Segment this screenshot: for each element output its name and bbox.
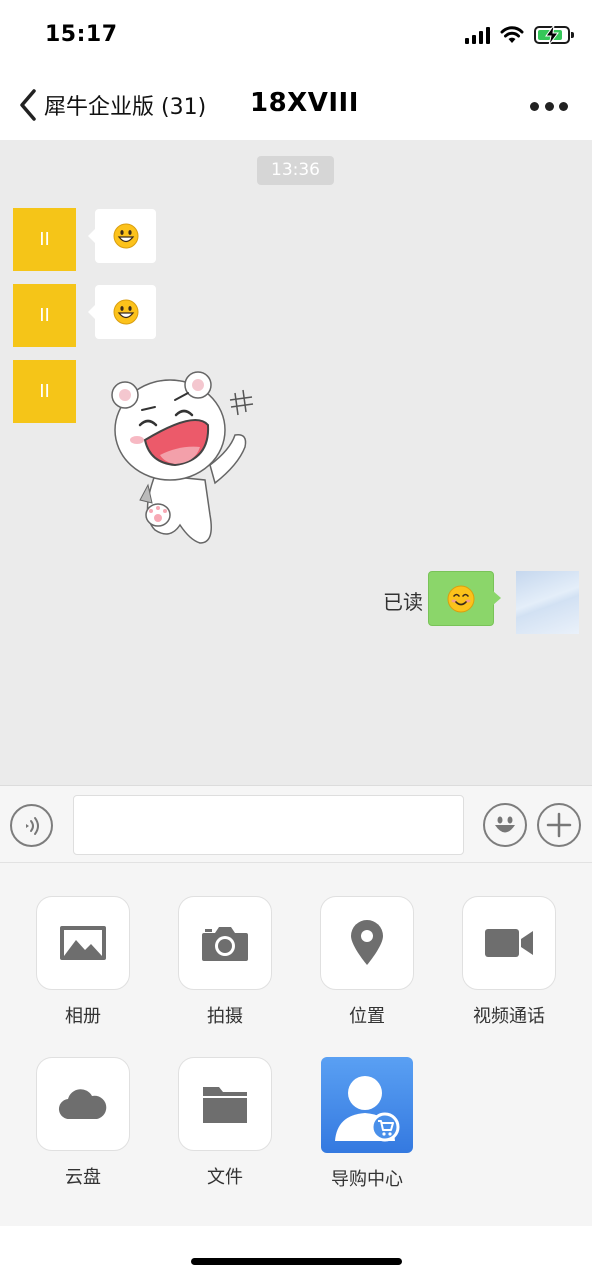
- album-tile: [36, 896, 130, 990]
- sender-avatar[interactable]: II: [13, 360, 76, 423]
- action-label: 视频通话: [473, 1006, 545, 1027]
- message-timestamp: 13:36: [257, 156, 334, 185]
- chevron-left-icon: [20, 89, 36, 121]
- camera-icon: [202, 927, 248, 961]
- shopping-guide-tile: [321, 1057, 413, 1153]
- add-more-button[interactable]: [537, 803, 581, 847]
- chat-title: 18XVIII: [250, 88, 359, 118]
- more-dot: [559, 101, 568, 111]
- cloud-drive-tile: [36, 1057, 130, 1151]
- cellular-signal-icon: [465, 26, 490, 44]
- status-time: 15:17: [45, 22, 118, 47]
- received-message-bubble[interactable]: [88, 285, 156, 339]
- grinning-emoji-icon: [113, 223, 138, 249]
- action-label: 拍摄: [207, 1006, 243, 1027]
- grinning-emoji-icon: [113, 299, 138, 325]
- wifi-icon: [500, 26, 524, 43]
- action-label: 文件: [207, 1167, 243, 1188]
- emoji-button[interactable]: [483, 803, 527, 847]
- sent-message-bubble[interactable]: [428, 571, 501, 626]
- folder-icon: [203, 1087, 247, 1123]
- status-bar: 15:17: [0, 0, 592, 70]
- action-label: 相册: [65, 1006, 101, 1027]
- more-dot: [544, 101, 554, 111]
- file-button[interactable]: 文件: [177, 1057, 273, 1189]
- sender-avatar[interactable]: II: [13, 284, 76, 347]
- navigation-bar: 犀牛企业版 (31) 18XVIII: [0, 70, 592, 140]
- camera-button[interactable]: 拍摄: [177, 896, 273, 1028]
- bear-sticker-icon[interactable]: [100, 365, 260, 550]
- more-dot: [530, 101, 539, 111]
- my-avatar[interactable]: [516, 571, 579, 634]
- location-icon: [351, 920, 383, 965]
- read-status: 已读: [383, 590, 423, 614]
- location-tile: [320, 896, 414, 990]
- album-button[interactable]: 相册: [35, 896, 131, 1028]
- action-label: 位置: [349, 1006, 385, 1027]
- cloud-drive-button[interactable]: 云盘: [35, 1057, 131, 1189]
- received-message-bubble[interactable]: [88, 209, 156, 263]
- back-button[interactable]: 犀牛企业版 (31): [18, 84, 206, 126]
- chat-message-area[interactable]: 13:36 II II II 已读: [0, 140, 592, 785]
- smiling-emoji-icon: [447, 585, 475, 612]
- shopping-guide-app-icon: [335, 1076, 400, 1142]
- camera-tile: [178, 896, 272, 990]
- video-call-button[interactable]: 视频通话: [461, 896, 557, 1028]
- emoji-face-icon: [495, 816, 515, 833]
- voice-icon: [25, 816, 39, 835]
- location-button[interactable]: 位置: [319, 896, 415, 1028]
- sender-avatar[interactable]: II: [13, 208, 76, 271]
- more-actions-panel: 相册 拍摄 位置 视频通话 云盘 文件 导购中心: [0, 863, 592, 1226]
- back-label: 犀牛企业版 (31): [44, 95, 207, 120]
- battery-charging-icon: [534, 25, 574, 45]
- video-call-tile: [462, 896, 556, 990]
- status-icons: [465, 25, 574, 45]
- photo-icon: [60, 926, 106, 960]
- file-tile: [178, 1057, 272, 1151]
- action-label: 导购中心: [331, 1169, 403, 1190]
- shopping-guide-button[interactable]: 导购中心: [319, 1057, 415, 1191]
- home-indicator[interactable]: [191, 1258, 402, 1265]
- cloud-icon: [58, 1089, 107, 1120]
- input-bar: [0, 785, 592, 863]
- voice-input-button[interactable]: [10, 804, 53, 847]
- plus-icon: [546, 812, 572, 838]
- action-label: 云盘: [65, 1167, 101, 1188]
- video-call-icon: [485, 929, 533, 957]
- message-input[interactable]: [73, 795, 464, 855]
- more-options-button[interactable]: [530, 94, 568, 118]
